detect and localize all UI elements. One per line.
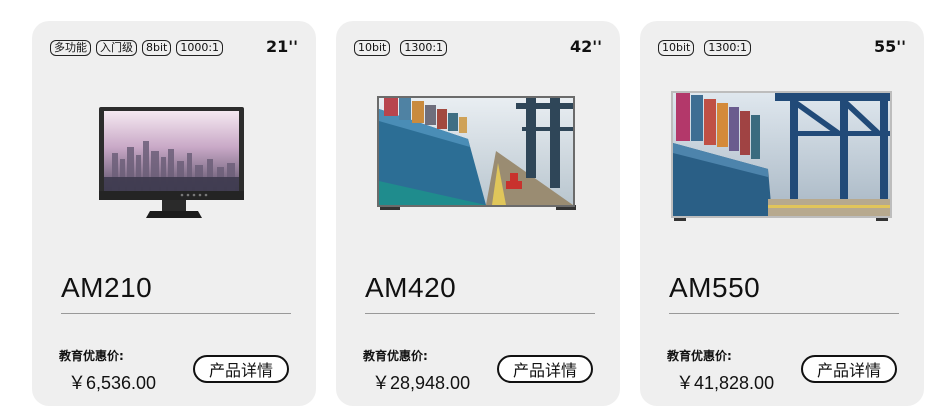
product-card-am420[interactable]: 10bit 1300:1 42'' AM420 教育优惠价: ￥28,948.0…	[336, 21, 620, 406]
screen-size: 21''	[265, 37, 298, 56]
screen-size: 42''	[569, 37, 602, 56]
monitor-port-cranes-image	[640, 81, 924, 231]
product-card-am210[interactable]: 多功能 入门级 8bit 1000:1 21'' AM210 教育优惠价: ￥6…	[32, 21, 316, 406]
product-model: AM210	[61, 272, 153, 303]
product-card-am550[interactable]: 10bit 1300:1 55'' AM550 教育优惠价: ￥41,828.0…	[640, 21, 924, 406]
monitor-city-skyline-image	[32, 81, 316, 231]
feature-tag: 多功能	[50, 40, 91, 56]
feature-tag: 1300:1	[704, 40, 752, 56]
feature-tags: 多功能 入门级 8bit 1000:1	[50, 40, 224, 56]
feature-tags: 10bit 1300:1	[658, 40, 752, 56]
feature-tag: 1000:1	[176, 40, 224, 56]
product-model: AM420	[365, 272, 457, 303]
feature-tag: 10bit	[658, 40, 695, 56]
feature-tag: 入门级	[96, 40, 137, 56]
product-price: ￥28,948.00	[372, 373, 471, 393]
monitor-container-ship-image	[336, 81, 620, 231]
edu-price-label: 教育优惠价:	[363, 349, 428, 363]
product-model: AM550	[669, 272, 761, 303]
screen-size: 55''	[873, 37, 906, 56]
edu-price-label: 教育优惠价:	[59, 349, 124, 363]
product-details-button[interactable]: 产品详情	[801, 355, 897, 383]
product-grid: 多功能 入门级 8bit 1000:1 21'' AM210 教育优惠价: ￥6…	[0, 0, 947, 416]
feature-tag: 8bit	[142, 40, 172, 56]
feature-tag: 10bit	[354, 40, 391, 56]
edu-price-label: 教育优惠价:	[667, 349, 732, 363]
divider	[669, 313, 899, 314]
product-price: ￥6,536.00	[68, 373, 157, 393]
product-price: ￥41,828.00	[676, 373, 775, 393]
product-details-button[interactable]: 产品详情	[497, 355, 593, 383]
product-details-button[interactable]: 产品详情	[193, 355, 289, 383]
divider	[61, 313, 291, 314]
feature-tags: 10bit 1300:1	[354, 40, 448, 56]
divider	[365, 313, 595, 314]
feature-tag: 1300:1	[400, 40, 448, 56]
